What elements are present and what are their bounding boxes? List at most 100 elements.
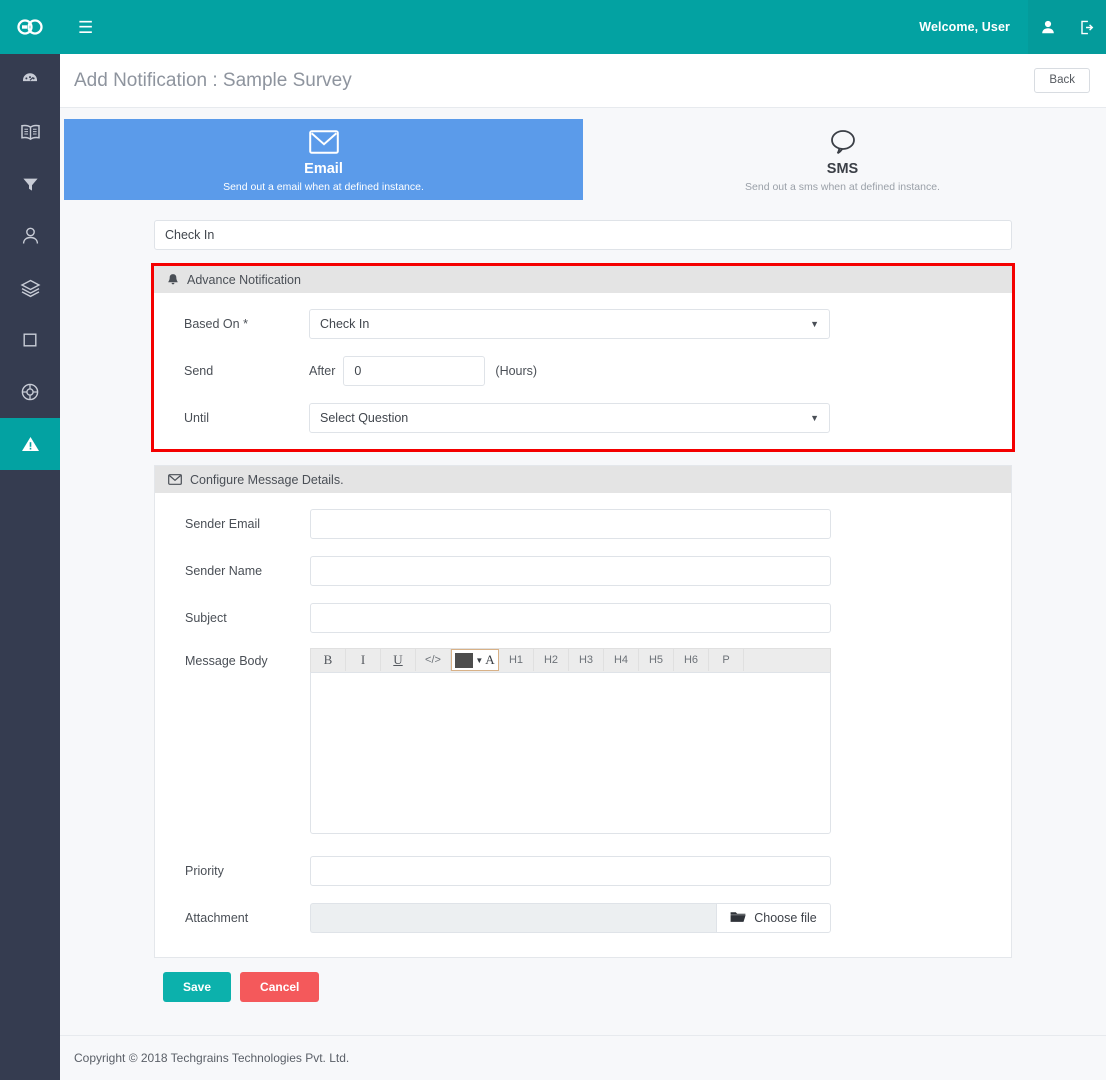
sender-email-input[interactable] (310, 509, 831, 539)
envelope-icon (168, 474, 182, 485)
sidebar-item-square[interactable] (0, 314, 60, 366)
until-value: Select Question (320, 411, 409, 425)
chevron-down-icon: ▼ (810, 413, 819, 423)
main-content: Email Send out a email when at defined i… (60, 108, 1106, 1080)
based-on-value: Check In (320, 317, 370, 331)
bell-icon (167, 273, 179, 287)
advance-notification-panel: Advance Notification Based On * Check In… (154, 266, 1012, 449)
warning-triangle-icon (20, 434, 41, 454)
page-title: Add Notification : Sample Survey (74, 69, 352, 91)
sidebar-item-filter[interactable] (0, 158, 60, 210)
rich-text-editor: B I U </> ▼ A H1 H2 H3 H4 H5 H6 P (310, 648, 831, 834)
tab-email-description: Send out a email when at defined instanc… (223, 180, 424, 193)
subject-row: Subject (155, 601, 1011, 635)
sender-name-input[interactable] (310, 556, 831, 586)
choose-file-button[interactable]: Choose file (716, 903, 831, 933)
book-icon (20, 123, 41, 142)
advance-notification-body: Based On * Check In ▼ Send After 0 (Hour… (154, 293, 1012, 449)
tab-email[interactable]: Email Send out a email when at defined i… (64, 119, 583, 200)
sender-name-row: Sender Name (155, 554, 1011, 588)
chevron-down-icon: ▼ (810, 319, 819, 329)
copyright-text: Copyright © 2018 Techgrains Technologies… (74, 1051, 350, 1065)
heading6-button[interactable]: H6 (674, 649, 709, 671)
lifebuoy-icon (20, 382, 40, 402)
text-color-button[interactable]: ▼ A (451, 649, 499, 671)
user-icon[interactable] (1028, 0, 1067, 54)
based-on-select[interactable]: Check In ▼ (309, 309, 830, 339)
underline-button[interactable]: U (381, 649, 416, 671)
bold-button[interactable]: B (311, 649, 346, 671)
dashboard-gauge-icon (20, 70, 40, 90)
sidebar-item-support[interactable] (0, 366, 60, 418)
message-details-body: Sender Email Sender Name Subject Message… (155, 493, 1011, 957)
text-color-glyph: A (485, 652, 495, 667)
color-swatch (455, 652, 474, 668)
save-button[interactable]: Save (163, 972, 232, 1002)
user-icon (21, 226, 40, 246)
speech-bubble-icon (829, 127, 857, 157)
advance-notification-header: Advance Notification (154, 266, 1012, 293)
heading4-button[interactable]: H4 (604, 649, 639, 671)
folder-open-icon (730, 910, 746, 926)
based-on-row: Based On * Check In ▼ (154, 307, 1012, 341)
page-footer: Copyright © 2018 Techgrains Technologies… (60, 1035, 1106, 1080)
hamburger-icon[interactable]: ☰ (78, 19, 93, 36)
chevron-down-icon: ▼ (475, 655, 484, 665)
sender-name-label: Sender Name (185, 564, 263, 578)
advance-notification-highlight: Advance Notification Based On * Check In… (151, 263, 1015, 452)
sender-email-label: Sender Email (185, 517, 261, 531)
subject-input[interactable] (310, 603, 831, 633)
heading3-button[interactable]: H3 (569, 649, 604, 671)
choose-file-label: Choose file (754, 911, 817, 925)
priority-label: Priority (185, 864, 224, 878)
sidebar-item-library[interactable] (0, 106, 60, 158)
left-sidebar (0, 54, 60, 1080)
priority-row: Priority (155, 854, 1011, 888)
paragraph-button[interactable]: P (709, 649, 744, 671)
welcome-text: Welcome, User (919, 20, 1010, 34)
code-button[interactable]: </> (416, 649, 451, 671)
envelope-icon (308, 127, 339, 157)
message-details-header: Configure Message Details. (155, 466, 1011, 493)
square-icon (23, 333, 37, 347)
sidebar-item-user[interactable] (0, 210, 60, 262)
sidebar-item-dashboard[interactable] (0, 54, 60, 106)
send-after-hours-input[interactable]: 0 (343, 356, 486, 386)
cancel-button[interactable]: Cancel (240, 972, 320, 1002)
tab-sms[interactable]: SMS Send out a sms when at defined insta… (583, 119, 1102, 200)
until-label: Until (184, 411, 210, 425)
attachment-field: Choose file (310, 903, 831, 933)
back-button[interactable]: Back (1034, 67, 1090, 94)
italic-button[interactable]: I (346, 649, 381, 671)
logout-icon[interactable] (1067, 0, 1106, 54)
go-chain-logo-icon (16, 18, 44, 36)
heading1-button[interactable]: H1 (499, 649, 534, 671)
send-hours-suffix: (Hours) (495, 364, 538, 378)
message-body-textarea[interactable] (310, 672, 831, 834)
send-after-prefix: After (309, 364, 336, 378)
topbar-right-group: Welcome, User (919, 0, 1106, 54)
page-header: Add Notification : Sample Survey Back (60, 54, 1106, 108)
based-on-label: Based On * (184, 317, 248, 331)
advance-notification-header-label: Advance Notification (187, 272, 301, 287)
top-navbar: ☰ Welcome, User (0, 0, 1106, 54)
sidebar-item-layers[interactable] (0, 262, 60, 314)
priority-input[interactable] (310, 856, 831, 886)
funnel-filter-icon (21, 175, 40, 194)
attachment-row: Attachment Choose file (155, 901, 1011, 935)
sidebar-item-notifications[interactable] (0, 418, 60, 470)
sender-email-row: Sender Email (155, 507, 1011, 541)
notification-name-input[interactable]: Check In (154, 220, 1012, 250)
editor-toolbar: B I U </> ▼ A H1 H2 H3 H4 H5 H6 P (310, 648, 831, 672)
notification-form: Check In Advance Notification Based On * (60, 200, 1106, 1002)
until-select[interactable]: Select Question ▼ (309, 403, 830, 433)
until-row: Until Select Question ▼ (154, 401, 1012, 435)
send-row: Send After 0 (Hours) (154, 354, 1012, 388)
tab-sms-description: Send out a sms when at defined instance. (745, 180, 940, 193)
subject-label: Subject (185, 611, 227, 625)
heading2-button[interactable]: H2 (534, 649, 569, 671)
app-logo[interactable] (0, 0, 60, 54)
heading5-button[interactable]: H5 (639, 649, 674, 671)
message-details-panel: Configure Message Details. Sender Email … (154, 465, 1012, 958)
message-body-row: Message Body B I U </> ▼ A H1 H2 H3 H4 H… (155, 648, 1011, 834)
